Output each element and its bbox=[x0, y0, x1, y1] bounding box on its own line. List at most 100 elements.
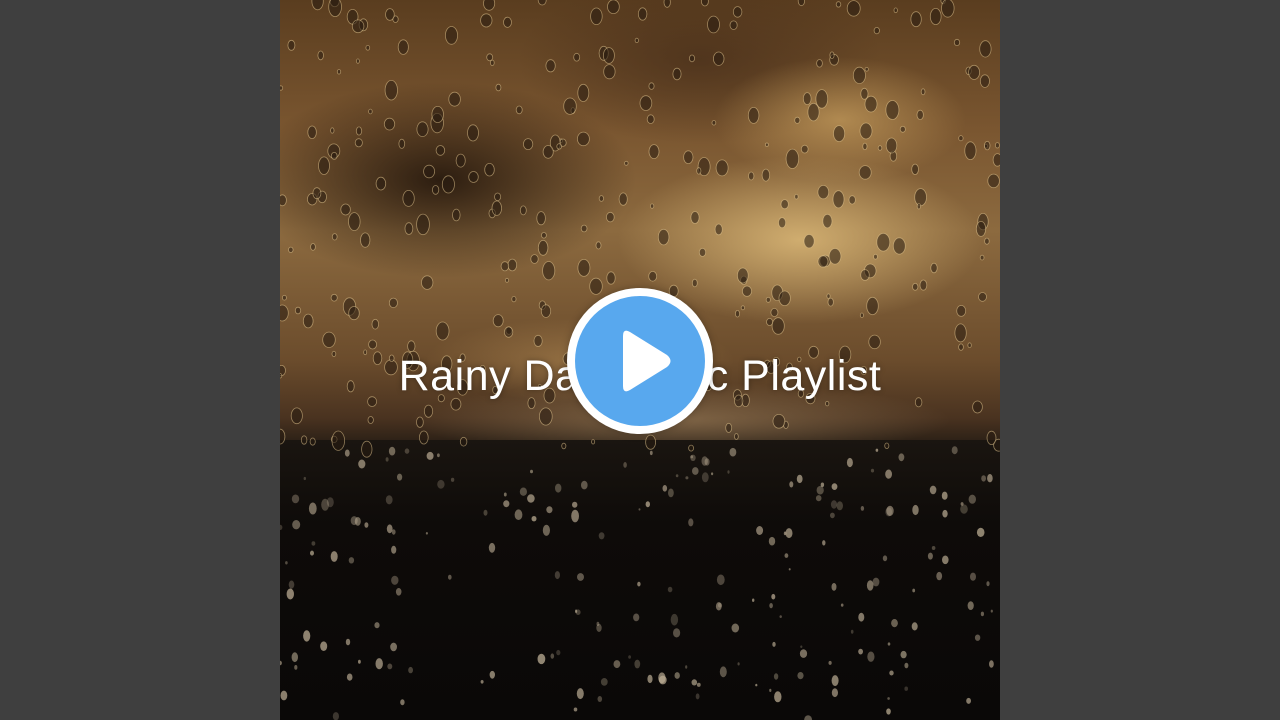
raindrop bbox=[870, 468, 875, 473]
raindrop bbox=[577, 83, 590, 102]
raindrop bbox=[747, 107, 760, 124]
raindrop bbox=[711, 472, 714, 476]
raindrop bbox=[979, 74, 990, 88]
raindrop bbox=[876, 232, 891, 252]
raindrop bbox=[691, 679, 698, 686]
raindrop bbox=[929, 7, 942, 26]
raindrop bbox=[942, 509, 948, 518]
raindrop bbox=[755, 683, 758, 687]
raindrop bbox=[280, 428, 286, 445]
play-button[interactable] bbox=[567, 288, 713, 434]
raindrop bbox=[426, 451, 434, 460]
raindrop bbox=[573, 707, 578, 712]
raindrop bbox=[530, 469, 533, 474]
raindrop bbox=[645, 501, 650, 508]
raindrop bbox=[432, 185, 440, 195]
raindrop bbox=[364, 522, 369, 528]
raindrop bbox=[649, 450, 653, 456]
raindrop bbox=[975, 220, 987, 237]
raindrop bbox=[984, 237, 990, 245]
raindrop bbox=[572, 501, 578, 508]
raindrop bbox=[312, 187, 322, 200]
raindrop bbox=[852, 66, 866, 85]
raindrop bbox=[416, 213, 430, 236]
raindrop bbox=[877, 145, 883, 151]
raindrop bbox=[904, 686, 908, 691]
raindrop bbox=[307, 125, 317, 140]
raindrop bbox=[867, 651, 875, 662]
raindrop bbox=[598, 532, 605, 540]
raindrop bbox=[576, 688, 584, 700]
raindrop bbox=[421, 275, 434, 290]
raindrop bbox=[688, 518, 694, 527]
raindrop bbox=[794, 116, 801, 124]
raindrop bbox=[770, 307, 779, 317]
raindrop bbox=[416, 416, 424, 428]
raindrop bbox=[321, 498, 329, 511]
raindrop bbox=[772, 641, 776, 647]
raindrop bbox=[387, 663, 393, 670]
raindrop bbox=[397, 473, 403, 481]
raindrop bbox=[540, 232, 547, 239]
raindrop bbox=[707, 15, 720, 34]
raindrop bbox=[302, 313, 314, 329]
raindrop bbox=[830, 500, 838, 509]
raindrop bbox=[294, 306, 302, 315]
raindrop bbox=[575, 609, 581, 615]
raindrop bbox=[317, 50, 324, 61]
raindrop bbox=[602, 47, 615, 64]
raindrop bbox=[351, 19, 365, 34]
raindrop bbox=[546, 506, 553, 514]
raindrop bbox=[900, 650, 907, 659]
raindrop bbox=[887, 642, 891, 646]
raindrop bbox=[330, 551, 338, 562]
raindrop bbox=[523, 138, 534, 151]
raindrop bbox=[435, 145, 446, 156]
raindrop bbox=[859, 122, 873, 140]
raindrop bbox=[987, 474, 993, 483]
raindrop bbox=[941, 491, 948, 500]
raindrop bbox=[515, 105, 523, 115]
raindrop bbox=[848, 195, 856, 205]
play-icon bbox=[623, 330, 671, 392]
raindrop bbox=[519, 487, 527, 496]
raindrop bbox=[531, 516, 537, 522]
raindrop bbox=[719, 666, 727, 678]
raindrop bbox=[914, 188, 927, 207]
raindrop bbox=[571, 509, 579, 523]
raindrop bbox=[374, 622, 380, 629]
raindrop bbox=[898, 453, 905, 462]
raindrop bbox=[542, 261, 556, 281]
raindrop bbox=[831, 675, 839, 687]
raindrop bbox=[804, 715, 813, 720]
raindrop bbox=[550, 653, 555, 659]
raindrop bbox=[537, 0, 547, 6]
raindrop bbox=[912, 588, 916, 593]
raindrop bbox=[761, 168, 771, 182]
raindrop bbox=[911, 163, 919, 175]
raindrop bbox=[954, 323, 967, 343]
raindrop bbox=[280, 304, 289, 322]
raindrop bbox=[402, 189, 415, 207]
video-player[interactable]: Suave Music for Rainy Days - Trumpet and… bbox=[0, 0, 1280, 720]
raindrop bbox=[286, 588, 294, 600]
raindrop bbox=[859, 312, 864, 318]
raindrop bbox=[756, 526, 764, 535]
raindrop bbox=[799, 649, 808, 658]
raindrop bbox=[960, 504, 968, 514]
raindrop bbox=[580, 224, 588, 233]
raindrop bbox=[764, 142, 769, 147]
raindrop bbox=[385, 495, 393, 505]
raindrop bbox=[958, 343, 964, 351]
raindrop bbox=[972, 400, 983, 414]
raindrop bbox=[695, 693, 700, 700]
raindrop bbox=[416, 121, 429, 137]
raindrop bbox=[873, 26, 880, 35]
raindrop bbox=[832, 190, 845, 209]
raindrop bbox=[692, 467, 699, 475]
raindrop bbox=[889, 670, 894, 676]
raindrop bbox=[519, 205, 527, 216]
raindrop bbox=[391, 545, 397, 554]
raindrop bbox=[683, 150, 694, 165]
raindrop bbox=[663, 0, 671, 8]
